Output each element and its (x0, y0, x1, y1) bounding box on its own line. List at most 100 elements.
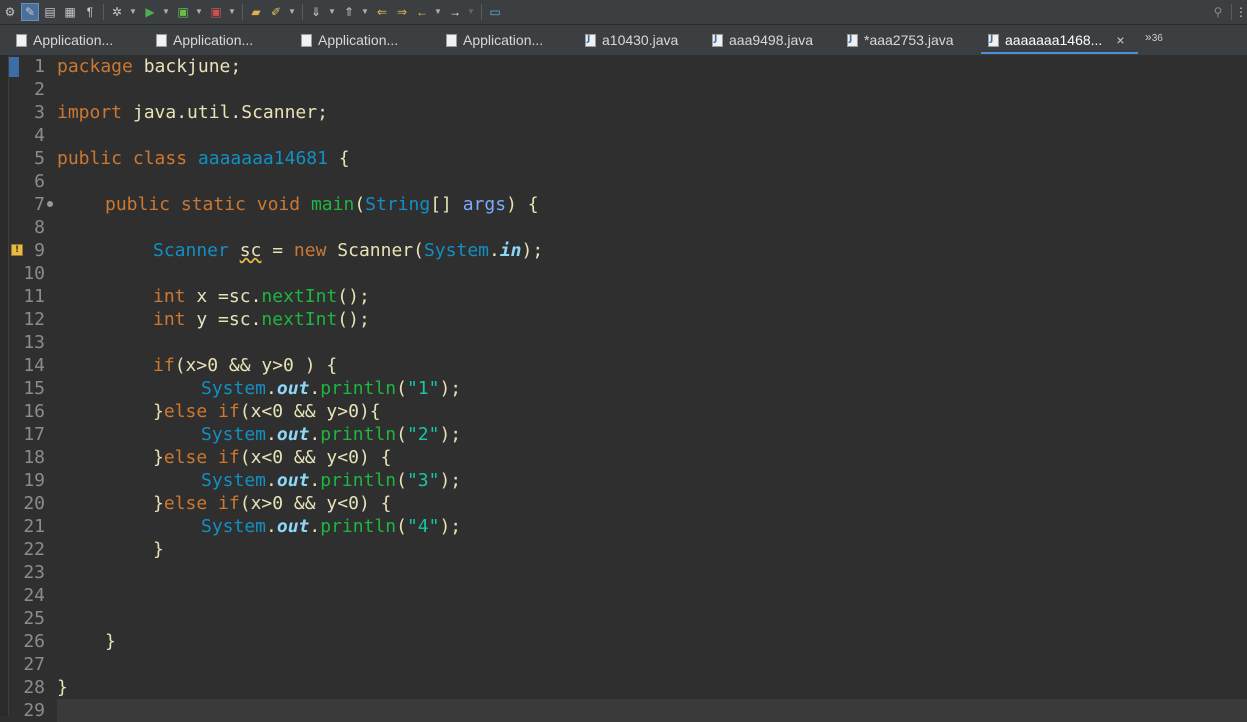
chevron-down-icon[interactable]: ▼ (287, 3, 297, 21)
chevron-down-icon[interactable]: ▼ (227, 3, 237, 21)
overflow-count: 36 (1151, 33, 1163, 44)
line-number: 20 (23, 493, 45, 514)
line-number: 10 (23, 263, 45, 284)
line-number: 26 (23, 631, 45, 652)
line-number: 19 (23, 470, 45, 491)
coverage-icon[interactable]: ▣ (174, 3, 192, 21)
fold-toggle-icon[interactable] (47, 201, 53, 207)
highlight-icon[interactable]: ✐ (267, 3, 285, 21)
tab-label: aaaaaaa1468... (1005, 32, 1103, 48)
overview-ruler[interactable] (0, 55, 9, 716)
code-line-15: System.out.println("1"); (201, 378, 462, 399)
line-number: 12 (23, 309, 45, 330)
line-number: 13 (23, 332, 45, 353)
toolbar-separator (302, 4, 303, 20)
chevron-down-icon[interactable]: ▼ (161, 3, 171, 21)
chevron-down-icon[interactable]: ▼ (360, 3, 370, 21)
open-folder-icon[interactable]: ▰ (247, 3, 265, 21)
toolbar-separator (481, 4, 482, 20)
code-line-14: if(x>0 && y>0 ) { (153, 355, 338, 376)
back-edit-icon[interactable]: ⇐ (373, 3, 391, 21)
tab-a10430-java[interactable]: a10430.java (585, 25, 678, 55)
tab-application-3[interactable]: Application... (301, 25, 398, 55)
main-toolbar: ⚙ ✎ ▤ ▦ ¶ ✲ ▼ ▶ ▼ ▣ ▼ ▣ ▼ ▰ ✐ ▼ ⇓ ▼ ⇑ ▼ … (0, 0, 1247, 25)
line-number: 18 (23, 447, 45, 468)
line-number: 11 (23, 286, 45, 307)
tab-application-2[interactable]: Application... (156, 25, 253, 55)
tab-aaaaaaa14681-java[interactable]: aaaaaaa1468... × (988, 25, 1125, 55)
active-tab-indicator (981, 52, 1138, 54)
java-file-icon (988, 33, 999, 47)
code-line-9: Scanner sc = new Scanner(System.in); (153, 240, 544, 261)
line-number: 1 (34, 56, 45, 77)
tab-label: a10430.java (602, 32, 679, 48)
sort-icon[interactable]: ⇑ (340, 3, 358, 21)
warning-icon[interactable]: ! (11, 244, 23, 256)
code-editor[interactable]: 1 2 3 4 5 6 7 8 9 10 11 12 13 14 15 16 1… (0, 55, 1247, 722)
file-icon (16, 33, 27, 47)
paragraph-icon[interactable]: ¶ (81, 3, 99, 21)
code-line-12: int y =sc.nextInt(); (153, 309, 370, 330)
chevron-double-right-icon: » (1145, 30, 1152, 44)
toolbar-separator (103, 4, 104, 20)
file-icon (446, 33, 457, 47)
line-number-gutter: 1 2 3 4 5 6 7 8 9 10 11 12 13 14 15 16 1… (9, 55, 55, 721)
line-number: 16 (23, 401, 45, 422)
tab-aaa2753-java[interactable]: *aaa2753.java (847, 25, 954, 55)
line-number: 28 (23, 677, 45, 698)
perspective-icon[interactable]: ⋮ (1235, 3, 1247, 21)
tab-application-4[interactable]: Application... (446, 25, 543, 55)
code-line-18: }else if(x<0 && y<0) { (153, 447, 392, 468)
tab-label: Application... (173, 32, 254, 48)
tab-label: Application... (318, 32, 399, 48)
line-number: 4 (34, 125, 45, 146)
java-file-icon (585, 33, 596, 47)
code-text-area[interactable]: package backjune; import java.util.Scann… (57, 55, 1247, 716)
code-line-16: }else if(x<0 && y>0){ (153, 401, 381, 422)
debug-icon[interactable]: ✲ (108, 3, 126, 21)
line-number: 24 (23, 585, 45, 606)
line-number: 23 (23, 562, 45, 583)
search-icon[interactable]: ⚲ (1209, 3, 1227, 21)
code-line-21: System.out.println("4"); (201, 516, 462, 537)
tab-aaa9498-java[interactable]: aaa9498.java (712, 25, 813, 55)
file-icon (301, 33, 312, 47)
code-line-7: public static void main(String[] args) { (105, 194, 539, 215)
line-number: 14 (23, 355, 45, 376)
close-icon[interactable]: × (1116, 32, 1124, 48)
external-tools-icon[interactable]: ▣ (207, 3, 225, 21)
save-icon[interactable]: ▦ (61, 3, 79, 21)
tab-label: Application... (33, 32, 114, 48)
pin-icon[interactable]: ▭ (486, 3, 504, 21)
code-line-11: int x =sc.nextInt(); (153, 286, 370, 307)
open-type-icon[interactable]: ⚙ (1, 3, 19, 21)
annotation-icon[interactable]: ⇓ (307, 3, 325, 21)
chevron-down-icon[interactable]: ▼ (327, 3, 337, 21)
edit-icon[interactable]: ✎ (21, 3, 39, 21)
back-icon[interactable]: ← (413, 3, 431, 21)
tab-label: aaa9498.java (729, 32, 814, 48)
forward-edit-icon[interactable]: ⇒ (393, 3, 411, 21)
line-number: 21 (23, 516, 45, 537)
chevron-down-icon[interactable]: ▼ (128, 3, 138, 21)
line-number: 7 (34, 194, 45, 215)
tab-application-1[interactable]: Application... (16, 25, 113, 55)
editor-tab-bar: Application... Application... Applicatio… (0, 25, 1247, 55)
chevron-down-icon[interactable]: ▼ (194, 3, 204, 21)
chevron-down-icon[interactable]: ▼ (466, 3, 476, 21)
code-line-17: System.out.println("2"); (201, 424, 462, 445)
line-number: 25 (23, 608, 45, 629)
run-icon[interactable]: ▶ (141, 3, 159, 21)
line-number: 15 (23, 378, 45, 399)
code-line-5: public class aaaaaaa14681 { (57, 148, 350, 169)
tab-overflow-button[interactable]: »36 (1145, 30, 1163, 44)
chevron-down-icon[interactable]: ▼ (433, 3, 443, 21)
code-line-26: } (105, 631, 116, 652)
new-file-icon[interactable]: ▤ (41, 3, 59, 21)
toolbar-separator (242, 4, 243, 20)
line-number: 17 (23, 424, 45, 445)
line-number: 22 (23, 539, 45, 560)
forward-icon[interactable]: → (446, 3, 464, 21)
line-number: 2 (34, 79, 45, 100)
line-number: 8 (34, 217, 45, 238)
